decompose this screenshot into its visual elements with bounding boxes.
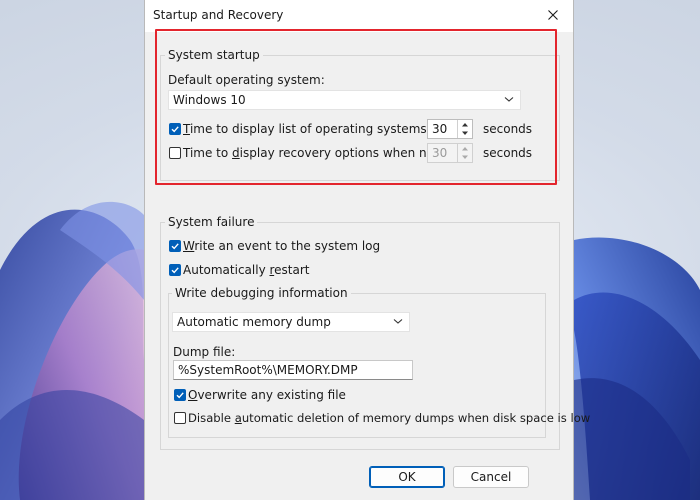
label-rest: ime to display list of operating systems… (189, 122, 431, 136)
spinner-arrows[interactable] (457, 144, 472, 162)
time-list-spinner[interactable]: 30 (427, 119, 473, 139)
checkmark-icon (171, 126, 179, 133)
overwrite-checkbox[interactable] (174, 389, 186, 401)
auto-restart-label[interactable]: Automatically restart (183, 263, 310, 277)
label-prefix: Time to (183, 146, 233, 160)
dump-file-input[interactable] (174, 361, 412, 379)
spinner-arrows[interactable] (457, 120, 472, 138)
dump-type-select[interactable]: Automatic memory dump (172, 312, 410, 332)
dialog-title: Startup and Recovery (153, 8, 284, 22)
access-key: a (234, 411, 242, 425)
access-key: T (183, 122, 190, 136)
disable-auto-delete-label[interactable]: Disable automatic deletion of memory dum… (188, 411, 590, 425)
spin-up-icon[interactable] (458, 144, 472, 153)
default-os-select[interactable]: Windows 10 (168, 90, 521, 110)
time-list-value: 30 (432, 122, 448, 136)
spin-up-icon[interactable] (458, 120, 472, 129)
spin-down-icon[interactable] (458, 153, 472, 162)
time-list-label[interactable]: Time to display list of operating system… (183, 122, 431, 136)
label-prefix: Automatically (183, 263, 270, 277)
label-rest: verwrite any existing file (197, 388, 346, 402)
dump-type-value: Automatic memory dump (177, 315, 331, 329)
label-rest: rite an event to the system log (194, 239, 381, 253)
access-key: W (183, 239, 195, 253)
access-key: d (232, 146, 240, 160)
label-rest: utomatic deletion of memory dumps when d… (241, 411, 591, 425)
dump-file-field[interactable] (173, 360, 413, 380)
close-icon (548, 10, 558, 20)
dump-file-label: Dump file: (173, 345, 236, 359)
system-startup-legend: System startup (165, 48, 263, 62)
close-button[interactable] (541, 4, 565, 26)
write-event-label[interactable]: Write an event to the system log (183, 239, 380, 253)
disable-auto-delete-checkbox[interactable] (174, 412, 186, 424)
overwrite-label[interactable]: Overwrite any existing file (188, 388, 346, 402)
label-rest: estart (274, 263, 310, 277)
time-recovery-label[interactable]: Time to display recovery options when ne… (183, 146, 468, 160)
time-recovery-unit: seconds (483, 146, 533, 160)
time-list-checkbox[interactable] (169, 123, 181, 135)
time-list-unit: seconds (483, 122, 533, 136)
default-os-label: Default operating system: (168, 73, 325, 87)
label-prefix: Disable (188, 411, 235, 425)
checkmark-icon (176, 392, 184, 399)
write-event-checkbox[interactable] (169, 240, 181, 252)
time-recovery-checkbox[interactable] (169, 147, 181, 159)
startup-recovery-dialog: Startup and Recovery System startup Defa… (144, 0, 590, 500)
system-failure-legend: System failure (165, 215, 258, 229)
time-recovery-spinner[interactable]: 30 (427, 143, 473, 163)
chevron-down-icon (504, 97, 514, 102)
checkmark-icon (171, 243, 179, 250)
chevron-down-icon (393, 319, 403, 324)
spin-down-icon[interactable] (458, 129, 472, 138)
cancel-button[interactable]: Cancel (453, 466, 529, 488)
debug-info-legend: Write debugging information (172, 286, 351, 300)
auto-restart-checkbox[interactable] (169, 264, 181, 276)
checkmark-icon (171, 267, 179, 274)
ok-button[interactable]: OK (369, 466, 445, 488)
title-bar[interactable]: Startup and Recovery (145, 0, 573, 32)
default-os-value: Windows 10 (173, 93, 246, 107)
time-recovery-value: 30 (432, 146, 448, 160)
